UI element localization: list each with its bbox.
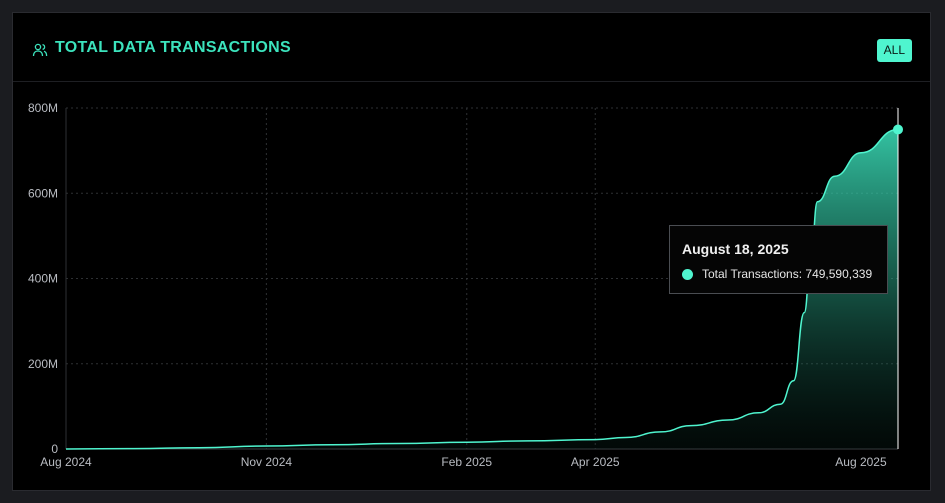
x-tick-label: Aug 2024	[40, 455, 92, 469]
tooltip-date: August 18, 2025	[682, 241, 789, 257]
chart-tooltip: August 18, 2025 Total Transactions: 749,…	[669, 225, 888, 294]
x-tick-label: Apr 2025	[571, 455, 620, 469]
x-axis: Aug 2024 Nov 2024 Feb 2025 Apr 2025 Aug 2025	[40, 455, 887, 469]
series-color-dot	[682, 269, 693, 280]
tooltip-series-label: Total Transactions:	[702, 267, 803, 281]
y-tick-label: 800M	[28, 101, 58, 115]
y-tick-label: 0	[51, 442, 58, 456]
y-axis: 0 200M 400M 600M 800M	[28, 101, 58, 456]
y-tick-label: 200M	[28, 357, 58, 371]
y-tick-label: 400M	[28, 272, 58, 286]
x-tick-label: Feb 2025	[441, 455, 492, 469]
y-tick-label: 600M	[28, 186, 58, 200]
tooltip-value: 749,590,339	[805, 267, 873, 281]
hover-point[interactable]	[893, 124, 903, 135]
tooltip-value-row: Total Transactions: 749,590,339	[702, 267, 872, 281]
x-tick-label: Aug 2025	[835, 455, 887, 469]
x-tick-label: Nov 2024	[241, 455, 293, 469]
